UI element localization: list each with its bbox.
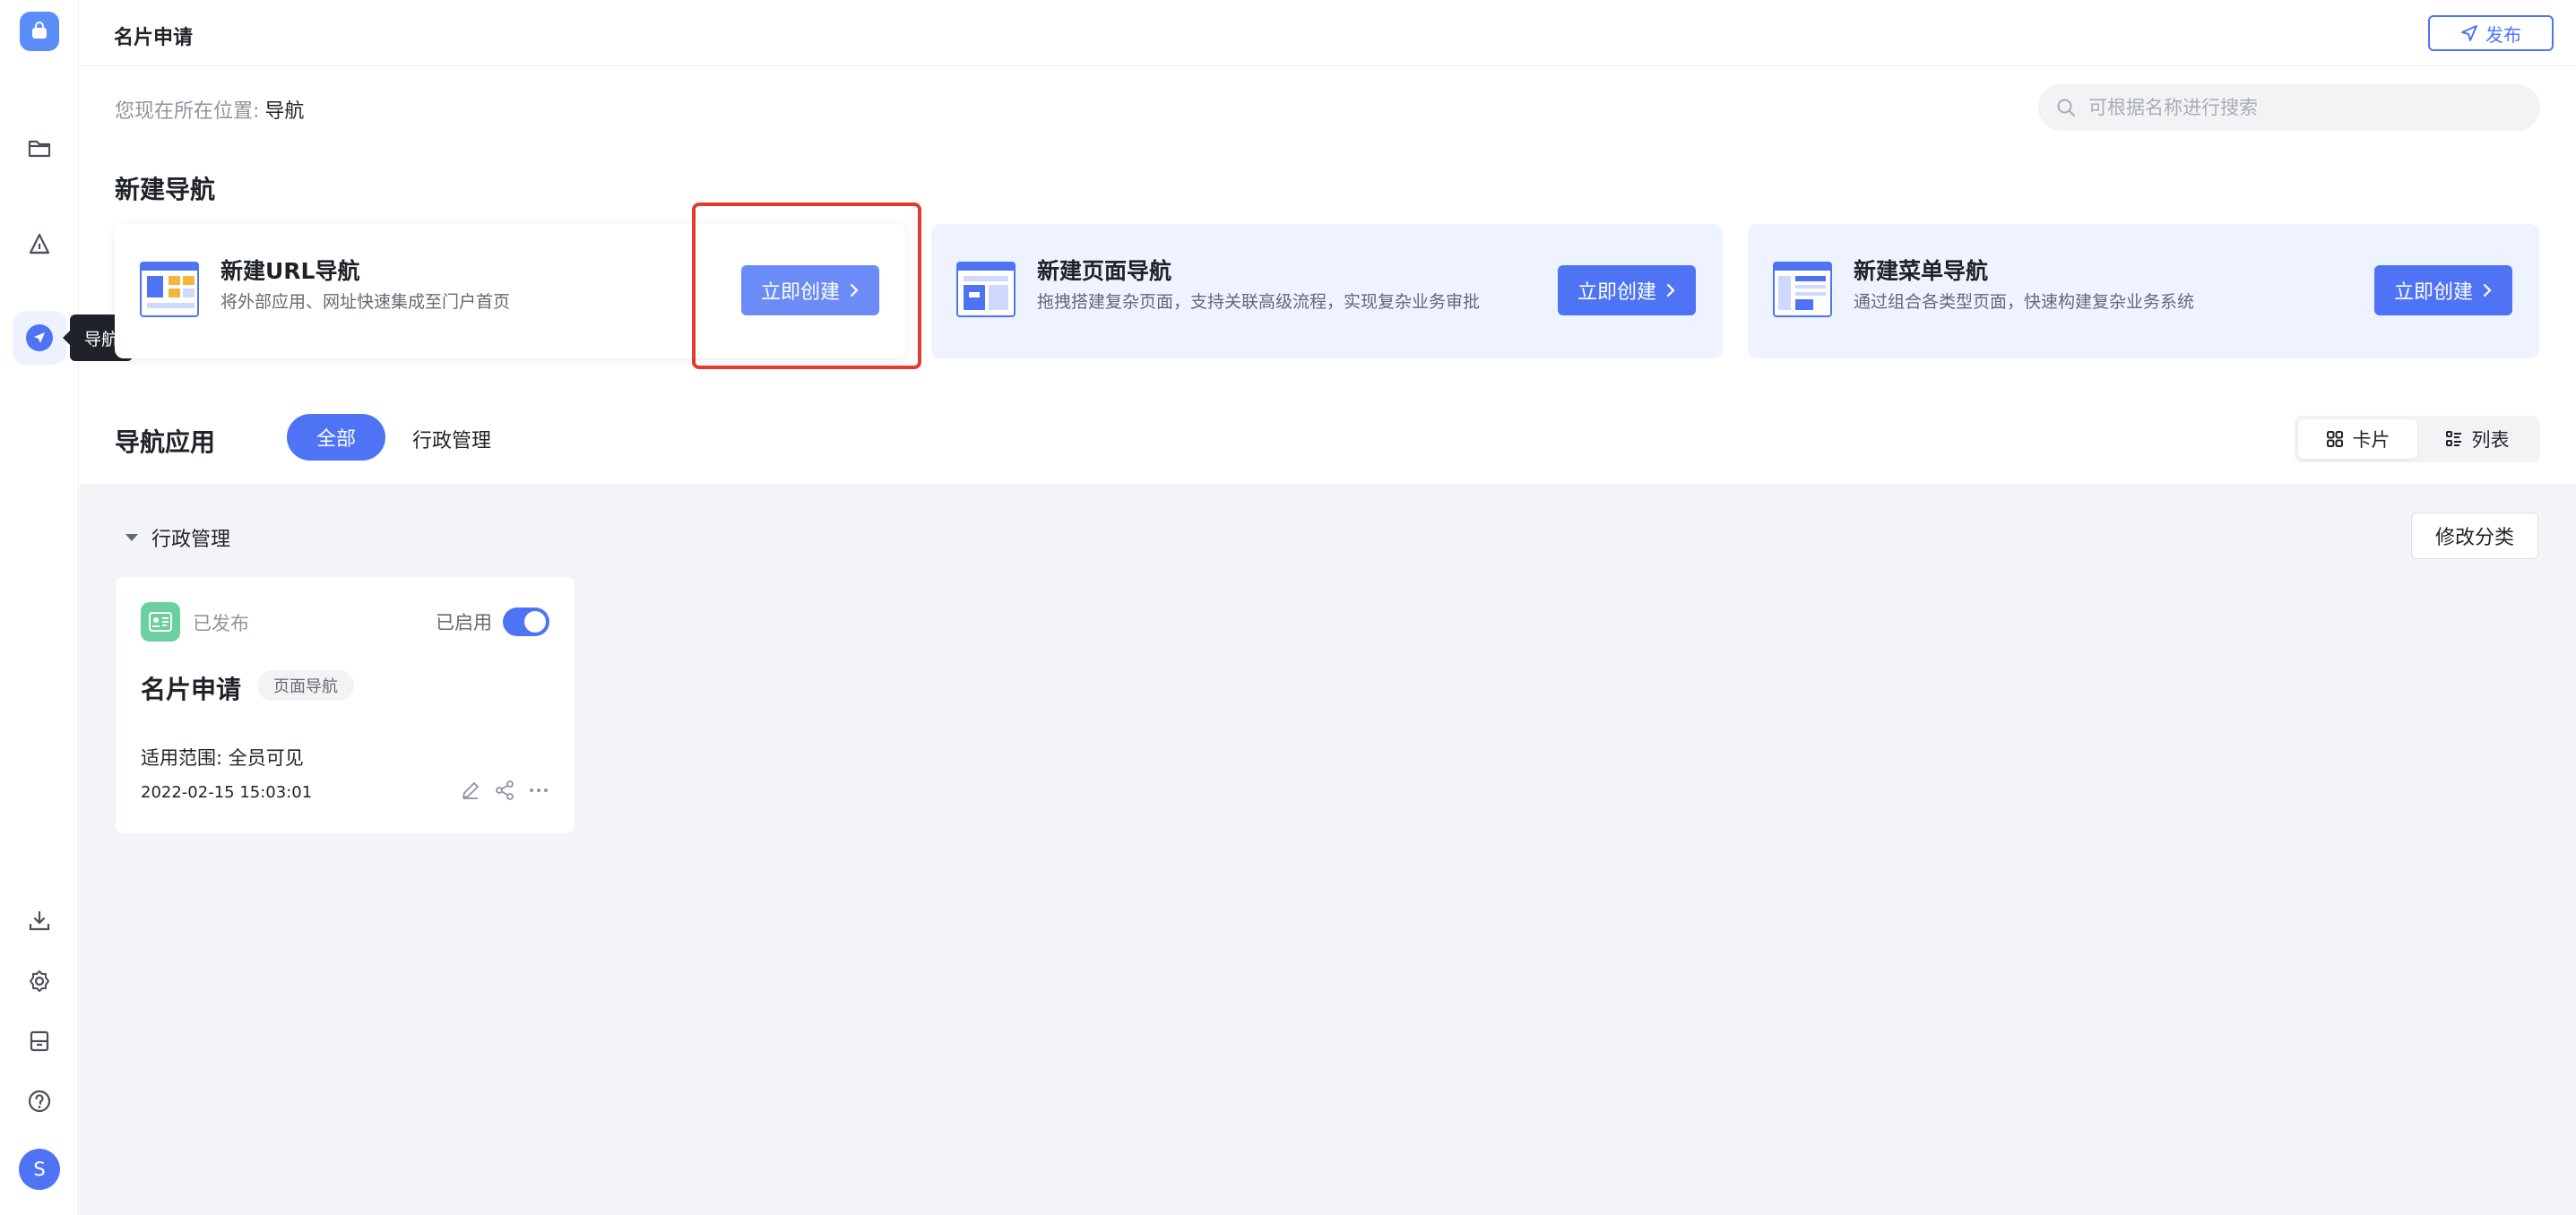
breadcrumb-current[interactable]: 导航 xyxy=(264,95,304,124)
create-url-nav-button[interactable]: 立即创建 xyxy=(741,265,879,315)
house-icon[interactable] xyxy=(13,217,66,271)
settings-icon[interactable] xyxy=(13,954,66,1008)
app-actions xyxy=(460,780,549,801)
create-menu-nav-button[interactable]: 立即创建 xyxy=(2374,265,2512,315)
list-view-button[interactable]: 列表 xyxy=(2417,419,2537,459)
enabled-toggle[interactable] xyxy=(503,608,549,636)
enabled-label: 已启用 xyxy=(436,612,492,633)
list-icon xyxy=(2445,431,2461,446)
list-view-label: 列表 xyxy=(2471,429,2510,451)
search-icon xyxy=(2057,99,2075,116)
create-menu-nav-card: 新建菜单导航 通过组合各类型页面，快速构建复杂业务系统 立即创建 xyxy=(1748,224,2539,358)
create-page-nav-card: 新建页面导航 拖拽搭建复杂页面，支持关联高级流程，实现复杂业务审批 立即创建 xyxy=(931,224,1723,358)
create-card-title: 新建页面导航 xyxy=(1037,258,1172,284)
edit-category-button[interactable]: 修改分类 xyxy=(2411,513,2538,559)
app-scope: 适用范围: 全员可见 xyxy=(141,747,304,769)
apps-content-area: 行政管理 修改分类 已发布 已启用 名片申请 页面导航 适用范围: 全员可见 2… xyxy=(80,484,2576,1215)
edit-icon[interactable] xyxy=(460,780,481,801)
navigation-icon[interactable] xyxy=(13,311,66,365)
menu-nav-illustration-icon xyxy=(1773,262,1832,317)
card-view-label: 卡片 xyxy=(2352,429,2390,451)
caret-down-icon xyxy=(125,534,138,541)
publish-button[interactable]: 发布 xyxy=(2428,15,2554,51)
apps-section-title: 导航应用 xyxy=(115,427,216,457)
publish-label: 发布 xyxy=(2485,23,2521,46)
download-icon[interactable] xyxy=(13,894,66,948)
create-button-label: 立即创建 xyxy=(760,281,840,304)
create-card-desc: 通过组合各类型页面，快速构建复杂业务系统 xyxy=(1854,292,2195,312)
app-name: 名片申请 xyxy=(141,675,242,704)
share-icon[interactable] xyxy=(494,780,515,801)
group-header-admin[interactable]: 行政管理 xyxy=(125,523,230,552)
create-url-nav-card: 新建URL导航 将外部应用、网址快速集成至门户首页 立即创建 xyxy=(115,224,906,358)
search-input[interactable] xyxy=(2088,97,2519,118)
more-icon[interactable] xyxy=(528,780,549,801)
chevron-right-icon xyxy=(2483,283,2492,297)
create-card-title: 新建URL导航 xyxy=(220,258,360,284)
app-type-tag: 页面导航 xyxy=(257,670,354,701)
help-icon[interactable] xyxy=(13,1074,66,1128)
view-toggle: 卡片 列表 xyxy=(2295,416,2540,462)
create-button-label: 立即创建 xyxy=(2393,281,2473,304)
app-card[interactable]: 已发布 已启用 名片申请 页面导航 适用范围: 全员可见 2022-02-15 … xyxy=(116,577,575,833)
chevron-right-icon xyxy=(1666,283,1675,297)
group-name: 行政管理 xyxy=(151,529,231,551)
publish-status: 已发布 xyxy=(193,613,249,634)
chevron-right-icon xyxy=(850,283,859,297)
avatar[interactable]: S xyxy=(19,1149,60,1190)
create-card-desc: 将外部应用、网址快速集成至门户首页 xyxy=(220,292,511,312)
filter-admin-tab[interactable]: 行政管理 xyxy=(412,425,491,453)
top-bar: 名片申请 发布 xyxy=(80,0,2576,66)
page-title: 名片申请 xyxy=(114,27,194,49)
folder-icon[interactable] xyxy=(13,121,66,175)
breadcrumb-prefix: 您现在所在位置: xyxy=(115,100,260,123)
grid-icon xyxy=(2326,431,2343,447)
archive-icon[interactable] xyxy=(13,1014,66,1068)
send-icon xyxy=(2461,25,2477,41)
create-page-nav-button[interactable]: 立即创建 xyxy=(1558,265,1696,315)
app-logo-icon[interactable] xyxy=(20,12,59,51)
app-date: 2022-02-15 15:03:01 xyxy=(141,783,313,802)
breadcrumb: 您现在所在位置: 导航 xyxy=(115,95,304,124)
enabled-control: 已启用 xyxy=(436,608,549,636)
page-nav-illustration-icon xyxy=(956,262,1016,317)
card-view-button[interactable]: 卡片 xyxy=(2298,419,2417,459)
create-button-label: 立即创建 xyxy=(1577,281,1656,304)
filter-all-tab[interactable]: 全部 xyxy=(287,414,385,461)
url-nav-illustration-icon xyxy=(140,262,199,317)
left-rail: S xyxy=(0,0,79,1215)
create-card-title: 新建菜单导航 xyxy=(1854,258,1989,284)
search-box[interactable] xyxy=(2038,84,2540,131)
create-card-desc: 拖拽搭建复杂页面，支持关联高级流程，实现复杂业务审批 xyxy=(1037,292,1481,312)
business-card-icon xyxy=(141,602,180,642)
create-section-title: 新建导航 xyxy=(115,175,216,204)
